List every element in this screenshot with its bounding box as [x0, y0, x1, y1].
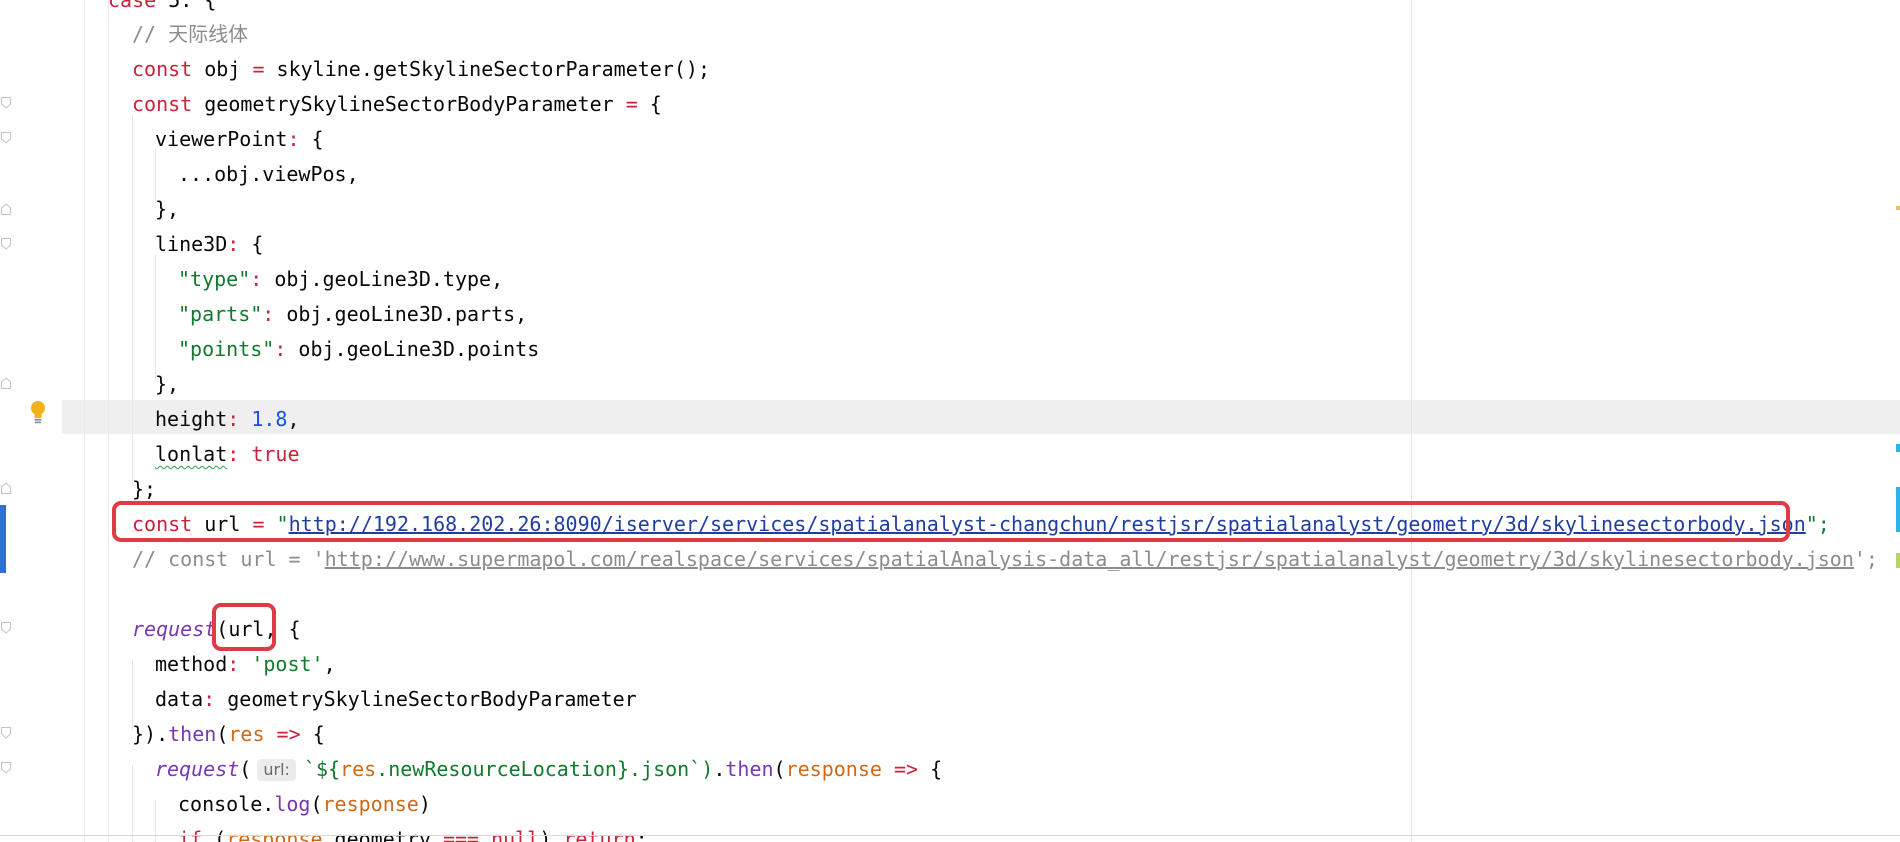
- operator: =: [252, 57, 265, 81]
- right-margin-guide: [1411, 0, 1412, 842]
- code-text: 5: {: [156, 0, 217, 12]
- property-name: data: [155, 687, 204, 711]
- operator: :: [203, 687, 216, 711]
- keyword: const: [132, 92, 193, 116]
- code-line: },: [155, 372, 180, 396]
- code-line: }).then(res => {: [0, 717, 325, 752]
- property-name: viewerPoint: [155, 127, 288, 151]
- code-text: {: [239, 232, 264, 256]
- current-line-highlight: [62, 400, 1900, 434]
- function-name: request: [155, 757, 240, 781]
- string-literal: ";: [1805, 512, 1830, 536]
- operator: :: [227, 442, 240, 466]
- operator: :: [227, 407, 240, 431]
- operator: :: [287, 127, 300, 151]
- operator: :: [227, 652, 240, 676]
- scrollbar-marker[interactable]: [1896, 487, 1900, 532]
- number-literal: 1.8: [251, 407, 288, 431]
- code-line: if (response.geometry === null) return;: [0, 822, 648, 842]
- code-line: lonlat: true: [0, 437, 300, 472]
- parameter-name: response: [785, 757, 882, 781]
- code-line: const geometrySkylineSectorBodyParameter…: [0, 87, 662, 122]
- string-literal: "parts": [178, 302, 263, 326]
- code-text: (: [310, 792, 323, 816]
- code-line: ...obj.viewPos,: [178, 162, 359, 186]
- code-line: console.log(response): [0, 787, 431, 822]
- code-text: {: [299, 127, 324, 151]
- string-literal: .newResourceLocation}.json`): [376, 757, 714, 781]
- code-line: method: 'post',: [0, 647, 336, 682]
- code-line: viewerPoint: {: [0, 122, 324, 157]
- operator: =: [625, 92, 638, 116]
- property-name: line3D: [155, 232, 228, 256]
- code-line: request(url: `${res.newResourceLocation}.…: [0, 752, 942, 787]
- function-name: request: [132, 617, 217, 641]
- code-line: },: [155, 197, 180, 221]
- code-text: ,: [287, 407, 300, 431]
- code-line: data: geometrySkylineSectorBodyParameter: [0, 682, 637, 717]
- highlight-box-url-arg: [212, 603, 276, 651]
- string-literal: `${: [303, 757, 341, 781]
- comment-text: // const url = ': [132, 547, 325, 571]
- property-name: method: [155, 652, 228, 676]
- code-text: ,: [323, 652, 336, 676]
- keyword: const: [132, 57, 193, 81]
- code-text: }): [132, 722, 157, 746]
- property-name: height: [155, 407, 228, 431]
- url-link[interactable]: http://www.supermapol.com/realspace/serv…: [325, 547, 1854, 571]
- highlight-box-url-line: [112, 501, 1790, 542]
- scrollbar-marker[interactable]: [1896, 553, 1900, 568]
- string-literal: 'post': [239, 652, 324, 676]
- scrollbar-marker[interactable]: [1896, 206, 1900, 210]
- function-name: then: [168, 722, 217, 746]
- function-name: log: [274, 792, 311, 816]
- string-literal: "type": [178, 267, 251, 291]
- code-text: obj.geoLine3D.parts,: [274, 302, 528, 326]
- code-text: skyline.getSkylineSectorParameter();: [264, 57, 711, 81]
- operator: =>: [881, 757, 919, 781]
- code-line: "parts": obj.geoLine3D.parts,: [0, 297, 527, 332]
- code-line: // const url = 'http://www.supermapol.co…: [0, 542, 1878, 577]
- code-text: geometrySkylineSectorBodyParameter: [192, 92, 626, 116]
- parameter-name: response: [322, 792, 419, 816]
- code-text: .: [713, 757, 726, 781]
- code-text: {: [637, 92, 662, 116]
- keyword: true: [251, 442, 300, 466]
- operator: :: [250, 267, 263, 291]
- code-line: height: 1.8,: [0, 402, 300, 437]
- code-text: {: [300, 722, 325, 746]
- code-line: const obj = skyline.getSkylineSectorPara…: [0, 52, 710, 87]
- operator: =>: [264, 722, 301, 746]
- property-name: lonlat: [155, 442, 228, 466]
- code-line: "type": obj.geoLine3D.type,: [0, 262, 503, 297]
- parameter-name: res: [228, 722, 265, 746]
- code-line: // 天际线体: [132, 22, 249, 46]
- code-line: case 5: {: [0, 0, 216, 18]
- code-text: obj.geoLine3D.points: [286, 337, 540, 361]
- code-text: (: [773, 757, 786, 781]
- code-text: .: [156, 722, 169, 746]
- operator: :: [262, 302, 275, 326]
- code-line: line3D: {: [0, 227, 263, 262]
- code-text: obj.geoLine3D.type,: [262, 267, 504, 291]
- string-literal: "points": [178, 337, 275, 361]
- code-text: ): [418, 792, 431, 816]
- code-text: obj: [192, 57, 253, 81]
- code-editor[interactable]: case 5: { // 天际线体 const obj = skyline.ge…: [0, 0, 1900, 842]
- code-text: (: [216, 722, 229, 746]
- code-line: "points": obj.geoLine3D.points: [0, 332, 539, 367]
- parameter-hint: url:: [257, 759, 296, 781]
- editor-bottom-border: [0, 835, 1900, 836]
- code-text: (: [239, 757, 252, 781]
- comment-text: ';: [1853, 547, 1878, 571]
- keyword: case: [108, 0, 157, 12]
- scrollbar-marker[interactable]: [1896, 444, 1900, 452]
- code-text: {: [918, 757, 943, 781]
- operator: :: [274, 337, 287, 361]
- code-text: geometrySkylineSectorBodyParameter: [215, 687, 637, 711]
- code-text: console.: [178, 792, 275, 816]
- function-name: then: [725, 757, 774, 781]
- parameter-name: res: [340, 757, 377, 781]
- operator: :: [227, 232, 240, 256]
